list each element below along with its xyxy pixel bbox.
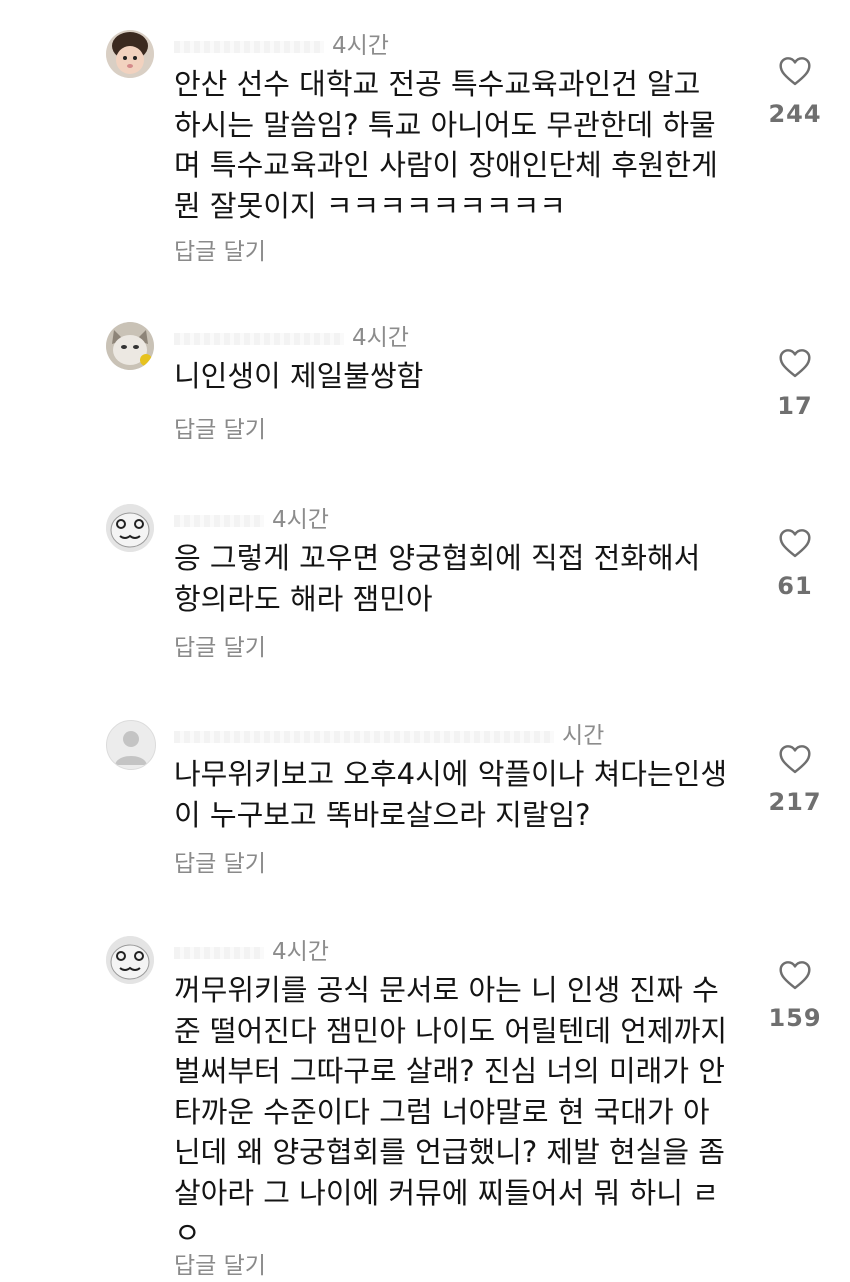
comment-time: 4시간 — [272, 939, 329, 965]
like-button[interactable]: 159 — [760, 960, 830, 1032]
comment-text: 꺼무위키를 공식 문서로 아는 니 인생 진짜 수 준 떨어진다 잼민아 나이도… — [174, 973, 728, 1250]
like-count: 159 — [768, 1004, 822, 1032]
comment-meta: 4시간 — [174, 318, 409, 352]
like-count: 244 — [768, 100, 822, 128]
like-button[interactable]: 217 — [760, 744, 830, 816]
comment-meta: 4시간 — [174, 500, 329, 534]
heart-outline-icon — [779, 961, 811, 990]
avatar[interactable] — [106, 936, 154, 984]
reply-button[interactable]: 답글 달기 — [174, 410, 266, 444]
username-redacted — [174, 332, 344, 345]
reply-button[interactable]: 답글 달기 — [174, 1246, 266, 1280]
reply-button[interactable]: 답글 달기 — [174, 844, 266, 878]
comment-text: 나무위키보고 오후4시에 악플이나 쳐다는인생 이 누구보고 똑바로살으라 지랄… — [174, 757, 728, 832]
username-redacted — [174, 946, 264, 959]
comment-time: 4시간 — [352, 325, 409, 351]
heart-outline-icon — [779, 529, 811, 558]
cat-avatar-icon — [106, 322, 154, 370]
heart-outline-icon — [779, 349, 811, 378]
comment-time: 4시간 — [332, 33, 389, 59]
comment-text: 안산 선수 대학교 전공 특수교육과인건 알고 하시는 말씀임? 특교 아니어도… — [174, 67, 718, 223]
comment-meta: 4시간 — [174, 932, 329, 966]
like-count: 17 — [777, 392, 813, 420]
like-button[interactable]: 244 — [760, 56, 830, 128]
heart-outline-icon — [779, 745, 811, 774]
face-doodle-avatar-icon — [106, 504, 154, 552]
username-redacted — [174, 40, 324, 53]
face-doodle-avatar-icon — [106, 936, 154, 984]
avatar[interactable] — [106, 322, 154, 370]
comment-time: 시간 — [562, 723, 605, 749]
like-button[interactable]: 17 — [760, 348, 830, 420]
like-count: 217 — [768, 788, 822, 816]
username-redacted — [174, 730, 554, 743]
heart-outline-icon — [779, 57, 811, 86]
avatar[interactable] — [106, 720, 156, 770]
avatar[interactable] — [106, 504, 154, 552]
comment-text: 니인생이 제일불쌍함 — [174, 359, 424, 393]
username-redacted — [174, 514, 264, 527]
comment-meta: 시간 — [174, 716, 604, 750]
child-avatar-icon — [106, 30, 154, 78]
comment-time: 4시간 — [272, 507, 329, 533]
reply-button[interactable]: 답글 달기 — [174, 232, 266, 266]
comment-text: 응 그렇게 꼬우면 양궁협회에 직접 전화해서 항의라도 해라 잼민아 — [174, 541, 701, 616]
comment-meta: 4시간 — [174, 26, 389, 60]
like-count: 61 — [777, 572, 813, 600]
avatar[interactable] — [106, 30, 154, 78]
reply-button[interactable]: 답글 달기 — [174, 628, 266, 662]
default-person-avatar-icon — [115, 731, 147, 765]
like-button[interactable]: 61 — [760, 528, 830, 600]
